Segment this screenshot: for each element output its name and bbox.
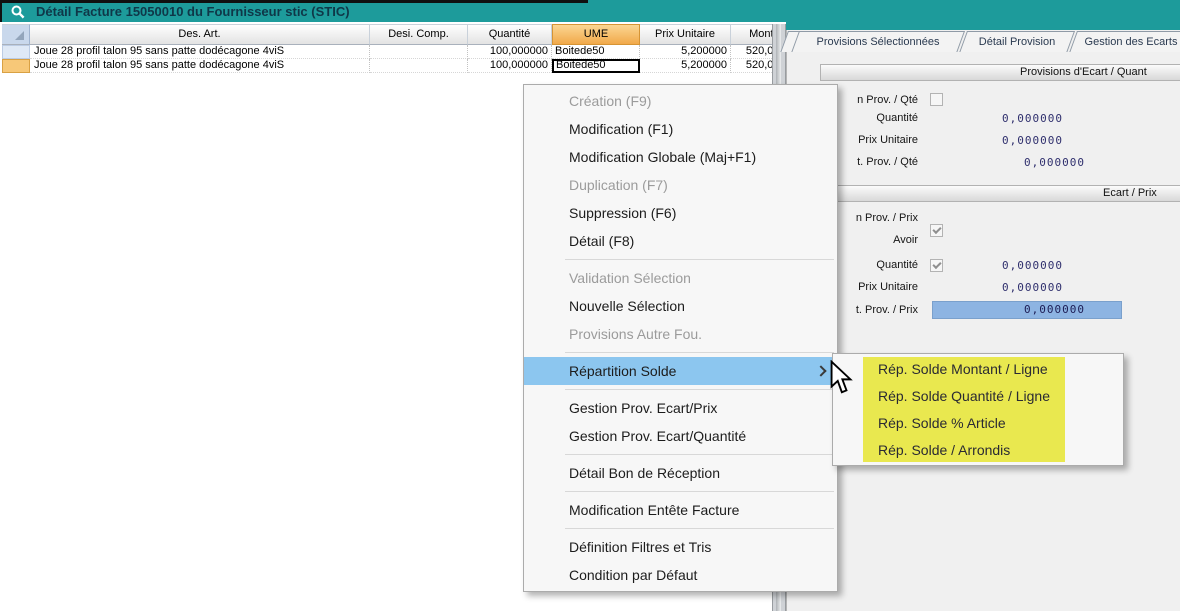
tab-label: Détail Provision — [964, 32, 1070, 52]
right-panel-title-strip — [786, 0, 1180, 30]
section-header-quantity-label: Provisions d'Ecart / Quant — [1020, 66, 1147, 78]
field-value-quantite[interactable]: 0,000000 — [933, 112, 1063, 125]
search-icon — [11, 5, 25, 19]
column-header-prix-unitaire[interactable]: Prix Unitaire — [640, 24, 731, 45]
menu-separator — [524, 385, 837, 394]
menu-separator — [524, 487, 837, 496]
cell-desi-comp[interactable] — [370, 59, 468, 73]
table-row-selected[interactable]: Joue 28 profil talon 95 sans patte dodéc… — [2, 59, 772, 73]
field-label-prix-unitaire: Prix Unitaire — [830, 134, 918, 146]
menu-item-nouvelle-selection[interactable]: Nouvelle Sélection — [524, 292, 837, 320]
menu-item-gestion-prov-ecart-quantite[interactable]: Gestion Prov. Ecart/Quantité — [524, 422, 837, 450]
field-value-prix-unitaire-2[interactable]: 0,000000 — [933, 281, 1063, 294]
menu-item-validation-selection[interactable]: Validation Sélection — [524, 264, 837, 292]
select-all-cell[interactable] — [2, 24, 30, 45]
menu-item-definition-filtres-et-tris[interactable]: Définition Filtres et Tris — [524, 533, 837, 561]
field-label-prix-unitaire-2: Prix Unitaire — [830, 281, 918, 293]
select-all-triangle-icon — [15, 31, 24, 40]
field-label-quantite: Quantité — [830, 112, 918, 124]
menu-separator — [524, 450, 837, 459]
cell-des-art[interactable]: Joue 28 profil talon 95 sans patte dodéc… — [30, 45, 370, 59]
menu-item-repartition-solde[interactable]: Répartition Solde — [524, 357, 837, 385]
field-value-quantite-2[interactable]: 0,000000 — [933, 259, 1063, 272]
menu-item-provisions-autre-fou[interactable]: Provisions Autre Fou. — [524, 320, 837, 348]
menu-item-duplication[interactable]: Duplication (F7) — [524, 171, 837, 199]
tab-detail-provision[interactable]: Détail Provision — [959, 31, 1075, 52]
window-left-edge — [0, 0, 2, 22]
column-header-desi-comp[interactable]: Desi. Comp. — [370, 24, 468, 45]
context-menu: Création (F9) Modification (F1) Modifica… — [523, 84, 838, 592]
checkbox-prov-prix[interactable] — [930, 224, 943, 237]
menu-item-detail[interactable]: Détail (F8) — [524, 227, 837, 255]
field-value-prix-unitaire[interactable]: 0,000000 — [933, 134, 1063, 147]
row-selector[interactable] — [2, 59, 30, 73]
submenu-item-rep-solde-montant-ligne[interactable]: Rép. Solde Montant / Ligne — [833, 356, 1123, 383]
cell-ume[interactable]: Boitede50 — [552, 45, 640, 59]
column-header-ume[interactable]: UME — [552, 24, 640, 45]
cell-ume-active[interactable]: Boitede50 — [552, 59, 640, 73]
menu-item-modification-entete-facture[interactable]: Modification Entête Facture — [524, 496, 837, 524]
menu-separator — [524, 524, 837, 533]
field-label-quantite-2: Quantité — [830, 259, 918, 271]
table-header-row: Des. Art. Desi. Comp. Quantité UME Prix … — [2, 24, 772, 45]
field-label-prov-qte: n Prov. / Qté — [830, 94, 918, 106]
column-header-des-art[interactable]: Des. Art. — [30, 24, 370, 45]
field-value-mont-prov-qte[interactable]: 0,000000 — [895, 156, 1085, 169]
column-header-quantite[interactable]: Quantité — [468, 24, 552, 45]
tab-label: Provisions Sélectionnées — [796, 32, 960, 52]
submenu-item-rep-solde-pct-article[interactable]: Rép. Solde % Article — [833, 410, 1123, 437]
menu-item-detail-bon-de-reception[interactable]: Détail Bon de Réception — [524, 459, 837, 487]
column-header-montant[interactable]: Montant — [731, 24, 772, 45]
cell-desi-comp[interactable] — [370, 45, 468, 59]
cell-quantite[interactable]: 100,000000 — [468, 45, 552, 59]
field-value-mont-prov-prix-selected[interactable]: 0,000000 — [932, 301, 1122, 319]
table-row[interactable]: Joue 28 profil talon 95 sans patte dodéc… — [2, 45, 772, 59]
cell-montant[interactable]: 520,000000 — [731, 45, 772, 59]
mouse-cursor-icon — [829, 360, 853, 396]
menu-separator — [524, 348, 837, 357]
menu-item-creation[interactable]: Création (F9) — [524, 87, 837, 115]
menu-item-gestion-prov-ecart-prix[interactable]: Gestion Prov. Ecart/Prix — [524, 394, 837, 422]
submenu-item-rep-solde-arrondis[interactable]: Rép. Solde / Arrondis — [833, 437, 1123, 464]
field-label-prov-prix: n Prov. / Prix — [830, 212, 918, 224]
tab-gestion-des-ecarts[interactable]: Gestion des Ecarts — [1069, 31, 1180, 52]
menu-item-suppression[interactable]: Suppression (F6) — [524, 199, 837, 227]
repartition-solde-submenu: Rép. Solde Montant / Ligne Rép. Solde Qu… — [832, 353, 1124, 466]
page-title: Détail Facture 15050010 du Fournisseur s… — [36, 4, 350, 19]
tab-provisions-selectionnees[interactable]: Provisions Sélectionnées — [791, 31, 965, 52]
application-window: Détail Facture 15050010 du Fournisseur s… — [0, 0, 1180, 611]
cell-montant[interactable]: 520,000000 — [731, 59, 772, 73]
menu-item-modification-globale[interactable]: Modification Globale (Maj+F1) — [524, 143, 837, 171]
cell-quantite[interactable]: 100,000000 — [468, 59, 552, 73]
invoice-lines-table: Des. Art. Desi. Comp. Quantité UME Prix … — [2, 24, 772, 74]
menu-item-condition-par-defaut[interactable]: Condition par Défaut — [524, 561, 837, 589]
cell-prix-unitaire[interactable]: 5,200000 — [640, 59, 731, 73]
menu-item-label: Répartition Solde — [569, 363, 676, 379]
submenu-item-rep-solde-quantite-ligne[interactable]: Rép. Solde Quantité / Ligne — [833, 383, 1123, 410]
tab-label: Gestion des Ecarts — [1074, 32, 1180, 52]
window-top-edge — [0, 0, 588, 3]
row-selector[interactable] — [2, 45, 30, 59]
checkbox-prov-qte[interactable] — [930, 93, 943, 106]
field-label-mont-prov-prix: t. Prov. / Prix — [830, 304, 918, 316]
submenu-arrow-icon — [815, 365, 826, 376]
menu-item-modification[interactable]: Modification (F1) — [524, 115, 837, 143]
cell-des-art[interactable]: Joue 28 profil talon 95 sans patte dodéc… — [30, 59, 370, 73]
cell-prix-unitaire[interactable]: 5,200000 — [640, 45, 731, 59]
field-label-avoir: Avoir — [830, 234, 918, 246]
section-header-price-label: Ecart / Prix — [1103, 187, 1157, 199]
menu-separator — [524, 255, 837, 264]
